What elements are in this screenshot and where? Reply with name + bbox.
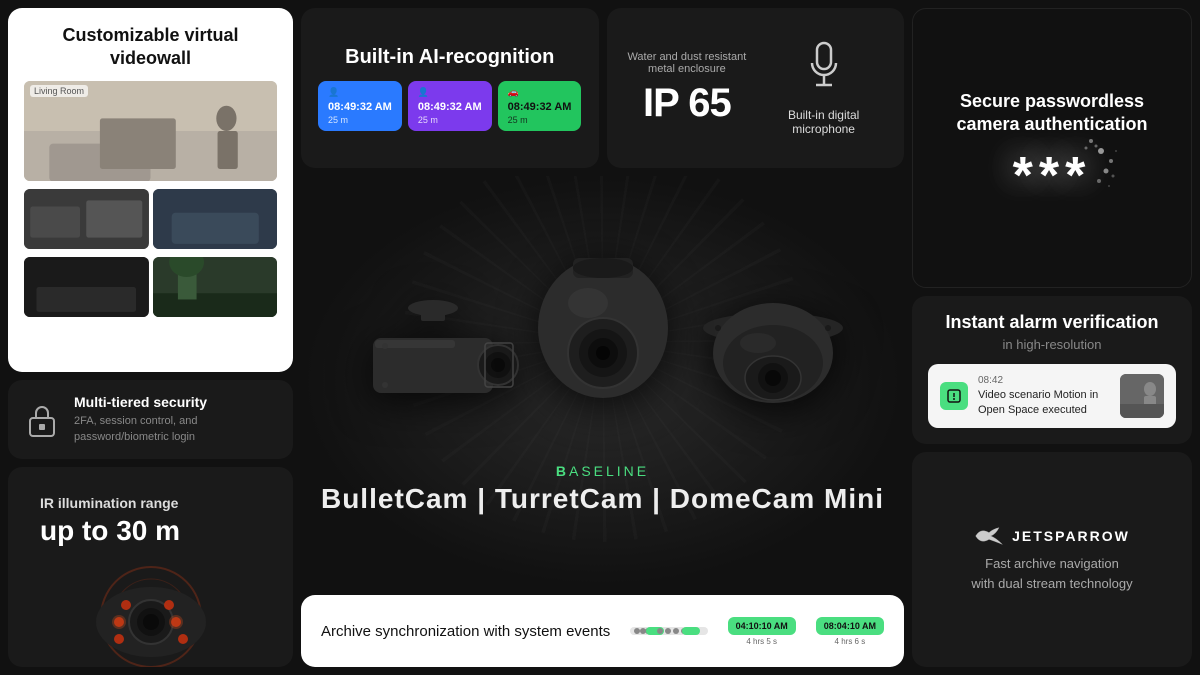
living-room-cell: Living Room — [24, 81, 277, 181]
archive-badge-1-sub: 4 hrs 5 s — [746, 637, 777, 646]
ai-card: Built-in AI-recognition 👤 08:49:32 AM 25… — [301, 8, 599, 168]
archive-label: Archive synchronization with system even… — [321, 623, 610, 640]
jetsparrow-logo: JETSPARROW — [974, 526, 1130, 546]
center-column: Built-in AI-recognition 👤 08:49:32 AM 25… — [301, 8, 904, 667]
alarm-notif-icon — [940, 382, 968, 410]
ai-title: Built-in AI-recognition — [345, 46, 554, 69]
videowall-grid: Living Room Kitche — [24, 81, 277, 317]
alarm-notif-desc: Video scenario Motion in Open Space exec… — [978, 388, 1110, 417]
timeline-dot-5 — [665, 628, 671, 634]
ai-badge-blue-time: 08:49:32 AM — [328, 101, 392, 113]
ai-badge-purple-dist: 25 m — [418, 115, 482, 125]
brand-b: B — [556, 463, 569, 479]
videowall-card: Customizable virtual videowall Living Ro… — [8, 8, 293, 372]
timeline-track — [630, 627, 707, 635]
archive-badge-2-sub: 4 hrs 6 s — [835, 637, 866, 646]
alarm-title: Instant alarm verification — [928, 312, 1176, 333]
timeline-dot-6 — [673, 628, 679, 634]
security-text: Multi-tiered security 2FA, session contr… — [74, 394, 277, 445]
ai-badges: 👤 08:49:32 AM 25 m 👤 08:49:32 AM 25 m 🚗 … — [318, 81, 581, 131]
alarm-subtitle: in high-resolution — [928, 337, 1176, 352]
person-icon: 👤 — [328, 87, 392, 98]
jetsparrow-name: JETSPARROW — [1012, 528, 1130, 544]
ai-badge-blue: 👤 08:49:32 AM 25 m — [318, 81, 402, 131]
brand-section: BASELINE BulletCam | TurretCam | DomeCam… — [321, 463, 884, 515]
car-icon: 🚗 — [508, 87, 572, 98]
dome-cam — [683, 298, 863, 453]
camera-area — [343, 248, 863, 453]
ai-badge-purple: 👤 08:49:32 AM 25 m — [408, 81, 492, 131]
ip-card: Water and dust resistant metal enclosure… — [607, 8, 905, 168]
timeline-event-2 — [682, 627, 700, 635]
security-title: Multi-tiered security — [74, 394, 277, 410]
ai-badge-green-dist: 25 m — [508, 115, 572, 125]
kitchen-cell: Kitchen 3 — [24, 189, 149, 249]
password-visual: *** — [1013, 146, 1092, 206]
particle-burst — [1041, 136, 1121, 221]
jetsparrow-card: JETSPARROW Fast archive navigation with … — [912, 452, 1192, 667]
brand-line: BASELINE — [321, 463, 884, 479]
videowall-title: Customizable virtual videowall — [24, 24, 277, 71]
password-title: Secure passwordless camera authenticatio… — [929, 90, 1175, 137]
ir-text: IR illumination range up to 30 m — [24, 481, 277, 561]
microphone-icon — [806, 41, 842, 100]
archive-badge-2-time: 08:04:10 AM — [816, 617, 884, 635]
turret-cam — [503, 248, 703, 453]
ip-left: Water and dust resistant metal enclosure… — [623, 24, 752, 152]
password-card: Secure passwordless camera authenticatio… — [912, 8, 1192, 288]
basement-cell: Basement — [24, 257, 149, 317]
ai-badge-green-time: 08:49:32 AM — [508, 101, 572, 113]
bullet-cam — [343, 288, 523, 453]
mic-label: Built-in digital microphone — [759, 108, 888, 136]
person-icon-2: 👤 — [418, 87, 482, 98]
alarm-notif-text: 08:42 Video scenario Motion in Open Spac… — [978, 375, 1110, 417]
bedroom-cell: Bedroom 👁 — [153, 189, 278, 249]
left-column: Customizable virtual videowall Living Ro… — [8, 8, 293, 667]
archive-badge-1-time: 04:10:10 AM — [728, 617, 796, 635]
alarm-card: Instant alarm verification in high-resol… — [912, 296, 1192, 444]
ai-badge-green: 🚗 08:49:32 AM 25 m — [498, 81, 582, 131]
archive-timeline — [630, 627, 707, 635]
alarm-notification: 08:42 Video scenario Motion in Open Spac… — [928, 364, 1176, 428]
ai-badge-purple-time: 08:49:32 AM — [418, 101, 482, 113]
camera-showcase-card: BASELINE BulletCam | TurretCam | DomeCam… — [301, 176, 904, 587]
kitchen-bedroom-row: Kitchen 3 Bedroom 👁 — [24, 189, 277, 249]
archive-badge-1-container: 04:10:10 AM 4 hrs 5 s — [728, 617, 796, 646]
living-room-label: Living Room — [30, 85, 88, 97]
yard-cell: Yard — [153, 257, 278, 317]
ir-range: up to 30 m — [40, 515, 261, 547]
basement-yard-row: Basement Yard — [24, 257, 277, 317]
ip-number: IP 65 — [643, 81, 731, 126]
ip-right: Built-in digital microphone — [759, 24, 888, 152]
ir-card: IR illumination range up to 30 m — [8, 467, 293, 667]
top-row: Built-in AI-recognition 👤 08:49:32 AM 25… — [301, 8, 904, 168]
jetsparrow-description: Fast archive navigation with dual stream… — [971, 554, 1132, 593]
brand-rest: ASELINE — [569, 463, 649, 479]
ai-badge-blue-dist: 25 m — [328, 115, 392, 125]
camera-names: BulletCam | TurretCam | DomeCam Mini — [321, 483, 884, 515]
lock-icon — [24, 402, 60, 438]
alarm-notif-time: 08:42 — [978, 375, 1110, 386]
ir-label: IR illumination range — [40, 495, 261, 511]
security-card: Multi-tiered security 2FA, session contr… — [8, 380, 293, 459]
right-column: Secure passwordless camera authenticatio… — [912, 8, 1192, 667]
ip-water-label: Water and dust resistant metal enclosure — [623, 51, 752, 75]
archive-card: Archive synchronization with system even… — [301, 595, 904, 667]
archive-badge-2-container: 08:04:10 AM 4 hrs 6 s — [816, 617, 884, 646]
security-description: 2FA, session control, and password/biome… — [74, 414, 277, 445]
alarm-thumbnail — [1120, 374, 1164, 418]
